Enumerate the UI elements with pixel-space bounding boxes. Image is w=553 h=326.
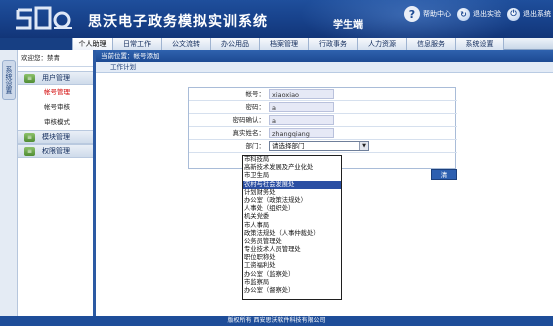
dropdown-option[interactable]: 机关党委 xyxy=(243,213,341,221)
tab-system-settings[interactable]: 系统设置 xyxy=(455,38,504,50)
dropdown-option[interactable]: 政策法规处（人事仲裁处） xyxy=(243,230,341,238)
sidebar-group-user-management[interactable]: ≡ 用户管理 xyxy=(18,71,93,85)
tab-administrative[interactable]: 行政事务 xyxy=(308,38,357,50)
form-row-password: 密码： a xyxy=(189,101,457,114)
module-manage-icon: ≡ xyxy=(24,132,35,142)
dropdown-option[interactable]: 办公室（监察处） xyxy=(243,271,341,279)
tab-human-resources[interactable]: 人力资源 xyxy=(357,38,406,50)
exit-system-icon: ⏻ xyxy=(507,7,520,21)
form-row-password-confirm: 密码确认： a xyxy=(189,114,457,127)
exit-system-label: 退出系统 xyxy=(523,10,551,18)
dropdown-option[interactable]: 市科技局 xyxy=(243,156,341,164)
real-name-label: 真实姓名： xyxy=(232,129,266,137)
dropdown-option[interactable]: 公务员管理处 xyxy=(243,238,341,246)
sidebar-group-permission-management[interactable]: ≡ 权限管理 xyxy=(18,144,93,158)
left-strip: 系统设置 xyxy=(0,50,18,316)
sidebar-group-module-management[interactable]: ≡ 模块管理 xyxy=(18,130,93,144)
sidebar: 欢迎您：禁青 ≡ 用户管理 帐号管理 帐号审核 审核模式 ≡ 模块管理 ≡ 权限… xyxy=(18,50,96,316)
form-row-account: 帐号： xiaoxiao xyxy=(189,88,457,101)
help-icon: ? xyxy=(404,6,420,22)
help-center-link[interactable]: ? 帮助中心 xyxy=(404,6,451,22)
chevron-down-icon[interactable]: ▼ xyxy=(359,142,368,150)
dropdown-option[interactable]: 市监察局 xyxy=(243,279,341,287)
sidebar-item-review-mode[interactable]: 审核模式 xyxy=(18,115,93,130)
tab-archive-management[interactable]: 档案管理 xyxy=(259,38,308,50)
exit-experiment-label: 退出实验 xyxy=(473,10,501,18)
department-select[interactable]: 请选择部门 ▼ xyxy=(269,141,369,151)
dropdown-option[interactable]: 市卫生局 xyxy=(243,172,341,180)
system-settings-vertical-tab[interactable]: 系统设置 xyxy=(2,60,16,100)
department-dropdown-list[interactable]: 市科技局 高新技术发展及产业化处 市卫生局 农村与社会发展处 计划财务处 办公室… xyxy=(242,155,342,300)
tab-information-service[interactable]: 信息服务 xyxy=(406,38,455,50)
breadcrumb: 当前位置：帐号添加 xyxy=(96,50,553,62)
help-center-label: 帮助中心 xyxy=(423,10,451,18)
form-row-department: 部门： 请选择部门 ▼ xyxy=(189,140,457,153)
tab-personal-assistant[interactable]: 个人助理 xyxy=(72,38,112,50)
clear-button[interactable]: 清 xyxy=(431,169,457,180)
subtab-work-plan[interactable]: 工作计划 xyxy=(96,62,553,73)
department-label: 部门： xyxy=(245,142,266,150)
dropdown-option[interactable]: 办公室（政策法规处） xyxy=(243,197,341,205)
exit-experiment-icon: ↻ xyxy=(457,7,470,21)
password-input[interactable]: a xyxy=(269,102,334,112)
dropdown-option[interactable]: 计划财务处 xyxy=(243,189,341,197)
sidebar-group-label: 模块管理 xyxy=(42,133,70,141)
account-label: 帐号： xyxy=(245,90,266,98)
nav-left-block xyxy=(0,38,72,50)
form-row-real-name: 真实姓名： zhangqiang xyxy=(189,127,457,140)
dropdown-option[interactable]: 工资福利处 xyxy=(243,262,341,270)
dropdown-option-selected[interactable]: 农村与社会发展处 xyxy=(243,180,341,189)
password-label: 密码： xyxy=(245,103,266,111)
dropdown-option[interactable]: 办公室（督察处） xyxy=(243,287,341,295)
role-label: 学生端 xyxy=(333,20,363,31)
nav-tabs: 个人助理 日常工作 公文流转 办公用品 档案管理 行政事务 人力资源 信息服务 … xyxy=(72,38,504,50)
header-links: ? 帮助中心 ↻ 退出实验 ⏻ 退出系统 xyxy=(404,6,551,22)
sidebar-group-label: 用户管理 xyxy=(42,74,70,82)
app-title: 思沃电子政务模拟实训系统 xyxy=(88,14,268,30)
dropdown-option[interactable]: 市人事局 xyxy=(243,222,341,230)
department-select-value: 请选择部门 xyxy=(272,142,305,150)
exit-experiment-link[interactable]: ↻ 退出实验 xyxy=(457,7,501,21)
exit-system-link[interactable]: ⏻ 退出系统 xyxy=(507,7,551,21)
real-name-input[interactable]: zhangqiang xyxy=(269,128,334,138)
welcome-text: 欢迎您：禁青 xyxy=(18,50,93,67)
account-input[interactable]: xiaoxiao xyxy=(269,89,334,99)
app-header: 思沃电子政务模拟实训系统 学生端 ? 帮助中心 ↻ 退出实验 ⏻ 退出系统 xyxy=(0,0,553,38)
permission-manage-icon: ≡ xyxy=(24,146,35,156)
tab-office-supplies[interactable]: 办公用品 xyxy=(210,38,259,50)
sidebar-item-account-review[interactable]: 帐号审核 xyxy=(18,100,93,115)
password-confirm-label: 密码确认： xyxy=(232,116,266,124)
footer-copyright: 版权所有 西安思沃软件科技有限公司 xyxy=(0,316,553,326)
user-manage-icon: ≡ xyxy=(24,73,35,83)
main-content: 当前位置：帐号添加 工作计划 帐号： xiaoxiao 密码： a 密码确认： … xyxy=(96,50,553,316)
logo xyxy=(16,6,72,30)
password-confirm-input[interactable]: a xyxy=(269,115,334,125)
top-nav: 个人助理 日常工作 公文流转 办公用品 档案管理 行政事务 人力资源 信息服务 … xyxy=(0,38,553,50)
tab-daily-work[interactable]: 日常工作 xyxy=(112,38,161,50)
sidebar-group-label: 权限管理 xyxy=(42,147,70,155)
sidebar-item-account-management[interactable]: 帐号管理 xyxy=(18,85,93,100)
tab-document-flow[interactable]: 公文流转 xyxy=(161,38,210,50)
